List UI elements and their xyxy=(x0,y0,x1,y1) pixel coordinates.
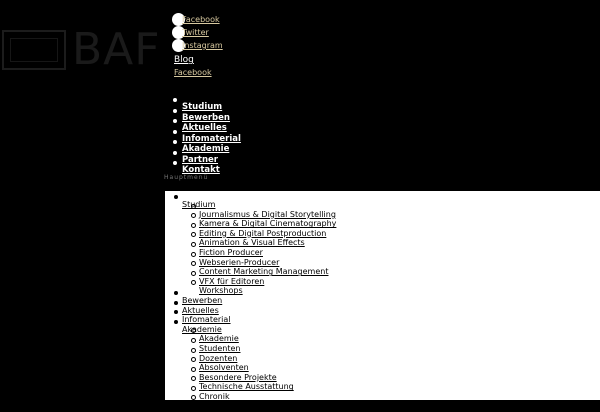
instagram-link[interactable]: Instagram xyxy=(182,40,223,52)
facebook-link[interactable]: Facebook xyxy=(182,14,220,26)
submenu-subitem: Technische Ausstattung xyxy=(173,374,336,391)
submenu-subitem: Akademie xyxy=(173,326,336,343)
submenu-subitem: Workshops xyxy=(173,278,336,295)
nav-item-partner: Partner xyxy=(172,147,241,165)
nav-item-aktuelles: Aktuelles xyxy=(172,115,241,133)
menu-label: Hauptmenü xyxy=(164,174,209,181)
submenu-subitem: Studenten xyxy=(173,336,336,353)
submenu-link-team[interactable]: Team xyxy=(199,401,220,410)
submenu-item-studium: Studium xyxy=(173,192,336,209)
submenu-subitem: Dozenten xyxy=(173,346,336,363)
submenu-subitem: Fiction Producer xyxy=(173,240,336,257)
nav-item-akademie: Akademie xyxy=(172,136,241,154)
submenu-item-bewerben: Bewerben xyxy=(173,288,336,305)
logo-text: BAF xyxy=(72,24,161,75)
submenu-tree: Studium Journalismus & Digital Storytell… xyxy=(173,192,336,410)
submenu-panel: Studium Journalismus & Digital Storytell… xyxy=(165,191,600,410)
submenu-subitem: Webserien-Producer xyxy=(173,250,336,267)
main-nav: Studium Bewerben Aktuelles Infomaterial … xyxy=(172,94,241,175)
nav-item-infomaterial: Infomaterial xyxy=(172,126,241,144)
facebook-text-link[interactable]: Facebook xyxy=(174,67,212,79)
submenu-subitem: Journalismus & Digital Storytelling xyxy=(173,202,336,219)
submenu-subitem: Absolventen xyxy=(173,355,336,372)
submenu-item-aktuelles: Aktuelles xyxy=(173,298,336,315)
submenu-subitem: VFX für Editoren xyxy=(173,269,336,286)
twitter-link[interactable]: Twitter xyxy=(182,27,209,39)
submenu-subitem: Besondere Projekte xyxy=(173,365,336,382)
nav-item-kontakt: Kontakt xyxy=(172,157,241,175)
nav-item-bewerben: Bewerben xyxy=(172,105,241,123)
submenu-subitem: Content Marketing Management xyxy=(173,259,336,276)
submenu-subitem: Kamera & Digital Cinematography xyxy=(173,211,336,228)
submenu-item-akademie: Akademie xyxy=(173,317,336,334)
submenu-item-infomaterial: Infomaterial xyxy=(173,307,336,324)
submenu-subitem: Editing & Digital Postproduction xyxy=(173,221,336,238)
submenu-subitem: Chronik xyxy=(173,384,336,401)
submenu-subitem: Team xyxy=(173,393,336,410)
submenu-subitem: Animation & Visual Effects xyxy=(173,230,336,247)
logo[interactable]: BAF xyxy=(2,26,160,74)
logo-frame-icon xyxy=(2,30,66,70)
blog-link[interactable]: Blog xyxy=(174,54,194,66)
nav-item-studium: Studium xyxy=(172,94,241,112)
